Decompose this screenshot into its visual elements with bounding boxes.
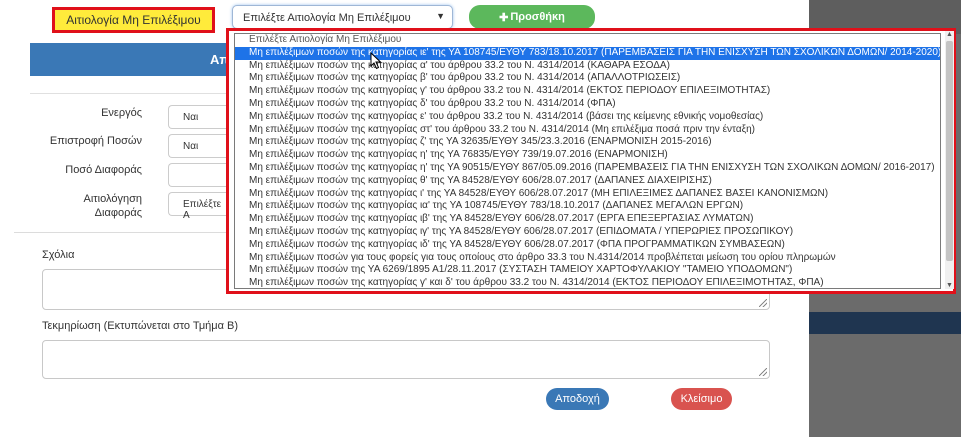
- dropdown-option[interactable]: Μη επιλέξιμων ποσών της κατηγορίας ι' τη…: [235, 188, 940, 201]
- dropdown-option[interactable]: Μη επιλέξιμων ποσών για τους φορείς για …: [235, 252, 940, 265]
- section-header: Απ: [30, 43, 230, 76]
- dropdown-option[interactable]: Μη επιλέξιμων ποσών της κατηγορίας ζ' τη…: [235, 136, 940, 149]
- reason-options-list[interactable]: Επιλέξτε Αιτιολογία Μη Επιλέξιμου Μη επιλ…: [234, 33, 941, 289]
- diff-reason-select-value: Επιλέξτε Α: [183, 199, 222, 221]
- active-label: Ενεργός: [101, 107, 142, 119]
- dropdown-highlight-frame: Επιλέξτε Αιτιολογία Μη Επιλέξιμου Μη επιλ…: [226, 28, 956, 294]
- diff-reason-label-line2: Διαφοράς: [94, 207, 142, 219]
- refund-select-value: Ναι: [183, 141, 199, 152]
- dropdown-option[interactable]: Μη επιλέξιμων ποσών της κατηγορίας ιδ' τ…: [235, 239, 940, 252]
- accept-button[interactable]: Αποδοχή: [546, 388, 609, 410]
- dropdown-option[interactable]: Μη επιλέξιμων ποσών της κατηγορίας στ' τ…: [235, 124, 940, 137]
- scroll-up-icon[interactable]: ▲: [946, 31, 953, 38]
- scrollbar-thumb[interactable]: [946, 41, 953, 261]
- scroll-down-icon[interactable]: ▼: [946, 282, 953, 289]
- add-button-label: Προσθήκη: [510, 11, 565, 23]
- add-button[interactable]: ✚ Προσθήκη: [469, 5, 595, 29]
- dropdown-option[interactable]: Μη επιλέξιμων ποσών της κατηγορίας θ' τη…: [235, 175, 940, 188]
- dropdown-option[interactable]: Μη επιλέξιμων ποσών της κατηγορίας δ' το…: [235, 98, 940, 111]
- dropdown-option[interactable]: Μη επιλέξιμων ποσών της κατηγορίας ιγ' τ…: [235, 226, 940, 239]
- reason-label-text: Αιτιολογία Μη Επιλέξιμου: [66, 13, 201, 27]
- dropdown-option[interactable]: Μη επιλέξιμων ποσών της κατηγορίας ια' τ…: [235, 200, 940, 213]
- justification-textarea[interactable]: [42, 340, 770, 379]
- mouse-pointer-icon: [370, 52, 382, 70]
- diff-reason-label-line1: Αιτιολόγηση: [83, 193, 142, 205]
- dropdown-option[interactable]: Μη επιλέξιμων ποσών της κατηγορίας ιε' τ…: [235, 46, 940, 60]
- diff-amount-label: Ποσό Διαφοράς: [65, 164, 142, 176]
- page-backdrop-band: [809, 312, 961, 334]
- refund-label: Επιστροφή Ποσών: [49, 135, 142, 147]
- dropdown-option[interactable]: Μη επιλέξιμων ποσών της κατηγορίας η' τη…: [235, 149, 940, 162]
- chevron-down-icon: ▼: [436, 11, 445, 21]
- dropdown-placeholder-option[interactable]: Επιλέξτε Αιτιολογία Μη Επιλέξιμου: [235, 34, 940, 47]
- dropdown-option[interactable]: Μη επιλέξιμων ποσών της κατηγορίας ε' το…: [235, 111, 940, 124]
- plus-icon: ✚: [499, 11, 509, 24]
- dropdown-option[interactable]: Μη επιλέξιμων ποσών της κατηγορίας β' το…: [235, 72, 940, 85]
- active-select-value: Ναι: [183, 112, 199, 123]
- dropdown-scrollbar[interactable]: ▲ ▼: [945, 31, 954, 289]
- dropdown-option[interactable]: Μη επιλέξιμων ποσών της κατηγορίας γ' κα…: [235, 277, 940, 288]
- reason-select-value: Επιλέξτε Αιτιολογία Μη Επιλέξιμου: [243, 12, 411, 24]
- dropdown-option[interactable]: Μη επιλέξιμων ποσών της κατηγορίας ιβ' τ…: [235, 213, 940, 226]
- justification-label: Τεκμηρίωση (Εκτυπώνεται στο Τμήμα Β): [42, 320, 239, 332]
- resize-grip-icon[interactable]: [759, 299, 767, 307]
- comments-label: Σχόλια: [42, 249, 75, 261]
- resize-grip-icon[interactable]: [759, 368, 767, 376]
- dropdown-option[interactable]: Μη επιλέξιμων ποσών της κατηγορίας η' τη…: [235, 162, 940, 175]
- divider: [30, 93, 230, 94]
- dropdown-option[interactable]: Μη επιλέξιμων ποσών της κατηγορίας γ' το…: [235, 85, 940, 98]
- close-button[interactable]: Κλείσιμο: [671, 388, 732, 410]
- reason-label-highlight: Αιτιολογία Μη Επιλέξιμου: [52, 7, 215, 33]
- dropdown-option[interactable]: Μη επιλέξιμων ποσών της κατηγορίας α' το…: [235, 60, 940, 73]
- dropdown-option[interactable]: Μη επιλέξιμων ποσών της ΥΑ 6269/1895 Α1/…: [235, 264, 940, 277]
- reason-select[interactable]: Επιλέξτε Αιτιολογία Μη Επιλέξιμου ▼: [232, 5, 453, 29]
